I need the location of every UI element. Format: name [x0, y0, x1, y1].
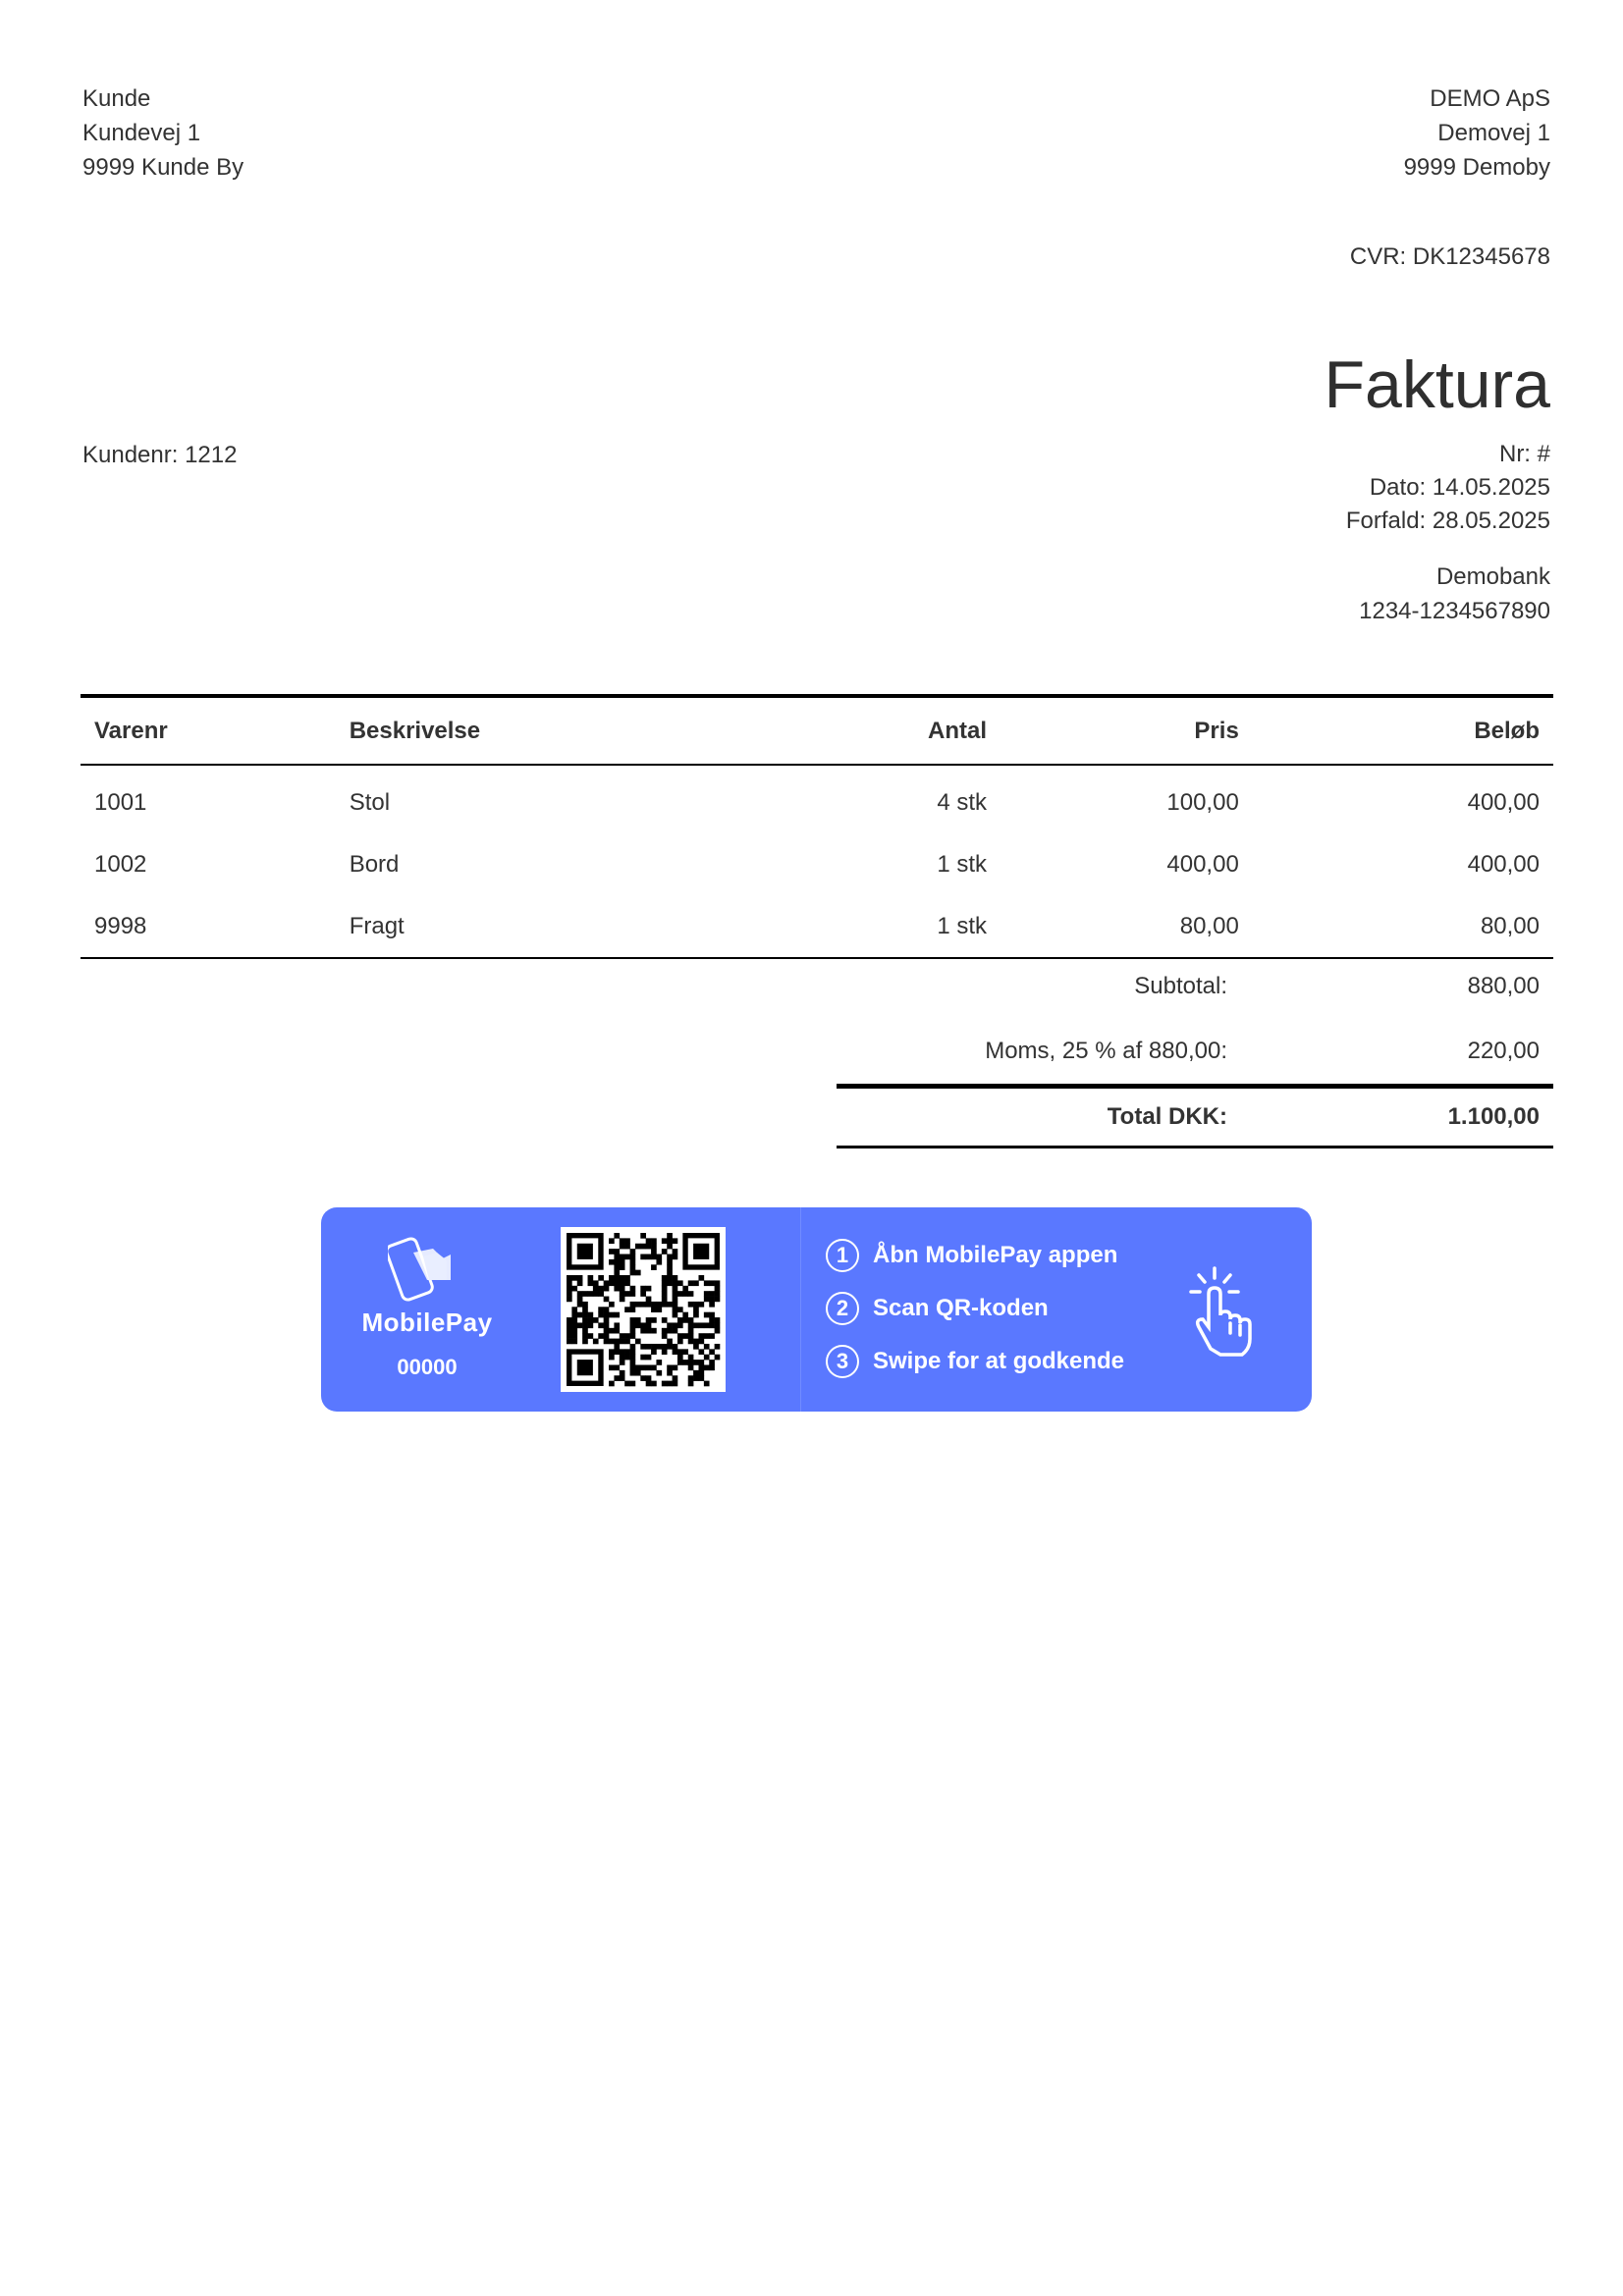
- step-1: 1 Åbn MobilePay appen: [826, 1239, 1117, 1272]
- total-value: 1.100,00: [1447, 1103, 1540, 1130]
- cell-description: Fragt: [335, 895, 747, 959]
- total-label: Total DKK:: [1107, 1103, 1227, 1130]
- bank-info: Demobank 1234-1234567890: [1359, 560, 1550, 628]
- invoice-meta: Nr: # Dato: 14.05.2025 Forfald: 28.05.20…: [1346, 438, 1550, 538]
- customer-number: Kundenr: 1212: [82, 442, 238, 468]
- step-2: 2 Scan QR-koden: [826, 1292, 1049, 1325]
- cell-quantity: 1 stk: [937, 850, 988, 878]
- company-address: DEMO ApS Demovej 1 9999 Demoby: [1404, 81, 1550, 185]
- header-description: Beskrivelse: [335, 694, 747, 766]
- bank-account: 1234-1234567890: [1359, 598, 1550, 624]
- mobilepay-steps: 1 Åbn MobilePay appen 2 Scan QR-koden 3 …: [800, 1207, 1155, 1412]
- company-name: DEMO ApS: [1430, 85, 1550, 112]
- qr-code-graphic: [567, 1233, 721, 1387]
- company-street: Demovej 1: [1437, 120, 1550, 146]
- company-city: 9999 Demoby: [1403, 154, 1550, 181]
- mobilepay-banner: MobilePay 00000 1 Åbn MobilePay appen 2 …: [321, 1207, 1312, 1412]
- cell-amount: 400,00: [1467, 788, 1540, 816]
- table-row: 1001 Stol 4 stk 100,00 400,00: [81, 765, 1553, 833]
- step-text: Swipe for at godkende: [873, 1348, 1125, 1374]
- customer-street: Kundevej 1: [82, 120, 201, 146]
- subtotal-row: Subtotal: 880,00: [837, 954, 1553, 1019]
- vat-row: Moms, 25 % af 880,00: 220,00: [837, 1019, 1553, 1084]
- header-price: Pris: [1001, 694, 1253, 766]
- cell-item-number: 9998: [81, 895, 336, 959]
- cell-item-number: 1001: [94, 788, 147, 816]
- customer-city: 9999 Kunde By: [82, 154, 244, 181]
- step-3: 3 Swipe for at godkende: [826, 1345, 1124, 1378]
- invoice-number: Nr: #: [1498, 441, 1550, 467]
- cell-amount: 400,00: [1467, 850, 1540, 878]
- header-item-number: Varenr: [81, 694, 336, 766]
- total-row: Total DKK: 1.100,00: [837, 1084, 1553, 1148]
- subtotal-label: Subtotal:: [1134, 973, 1227, 999]
- cell-description: Stol: [349, 788, 391, 816]
- invoice-lines: Varenr Beskrivelse Antal Pris Beløb 1001…: [81, 694, 1553, 959]
- cell-price: 400,00: [1166, 850, 1239, 878]
- mobilepay-brand: MobilePay: [361, 1308, 493, 1337]
- cell-item-number: 1002: [94, 850, 147, 878]
- step-number: 3: [826, 1345, 859, 1378]
- cell-quantity: 4 stk: [937, 788, 988, 816]
- table-header-row: Varenr Beskrivelse Antal Pris Beløb: [81, 694, 1553, 766]
- items-table: Varenr Beskrivelse Antal Pris Beløb 1001…: [81, 694, 1553, 959]
- customer-address: Kunde Kundevej 1 9999 Kunde By: [82, 81, 243, 185]
- subtotal-value: 880,00: [1467, 973, 1540, 999]
- totals-block: Subtotal: 880,00 Moms, 25 % af 880,00: 2…: [837, 954, 1553, 1148]
- header-amount: Beløb: [1252, 694, 1553, 766]
- cell-quantity: 1 stk: [746, 895, 1001, 959]
- invoice-date: Dato: 14.05.2025: [1369, 474, 1550, 501]
- invoice-due-date: Forfald: 28.05.2025: [1345, 507, 1550, 534]
- mobilepay-number: 00000: [397, 1355, 458, 1379]
- bank-name: Demobank: [1435, 563, 1550, 590]
- qr-code[interactable]: [561, 1227, 726, 1392]
- step-number: 1: [826, 1239, 859, 1272]
- vat-label: Moms, 25 % af 880,00:: [985, 1038, 1227, 1064]
- vat-value: 220,00: [1467, 1038, 1540, 1064]
- table-row: 1002 Bord 1 stk 400,00 400,00: [81, 833, 1553, 895]
- tap-hand-icon: [1189, 1266, 1252, 1357]
- cell-description: Bord: [349, 850, 400, 878]
- cell-price: 80,00: [1001, 895, 1253, 959]
- step-text: Scan QR-koden: [873, 1295, 1049, 1321]
- cell-price: 100,00: [1166, 788, 1239, 816]
- step-text: Åbn MobilePay appen: [873, 1242, 1118, 1268]
- company-cvr: CVR: DK12345678: [1349, 243, 1550, 270]
- step-number: 2: [826, 1292, 859, 1325]
- table-row: 9998 Fragt 1 stk 80,00 80,00: [81, 895, 1553, 959]
- invoice-title: Faktura: [1324, 347, 1550, 422]
- customer-name: Kunde: [82, 85, 151, 112]
- header-quantity: Antal: [746, 694, 1001, 766]
- mobilepay-logo-icon: [388, 1237, 451, 1302]
- cell-amount: 80,00: [1252, 895, 1553, 959]
- mobilepay-logo: MobilePay 00000: [321, 1207, 533, 1412]
